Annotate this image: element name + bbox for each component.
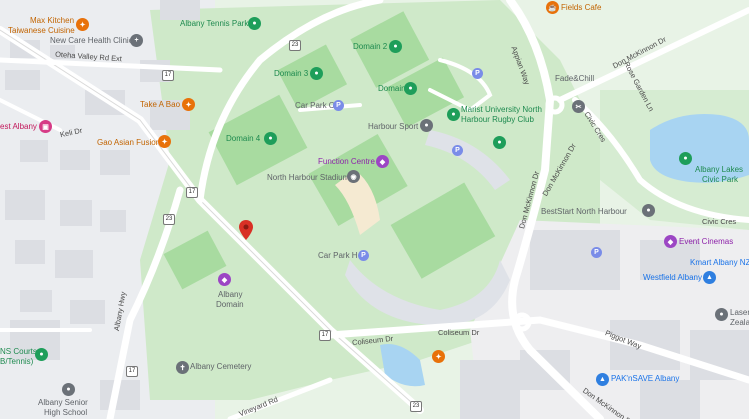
parking-icon[interactable]: P	[358, 250, 369, 261]
shop-icon[interactable]: ✂	[572, 100, 585, 113]
poi-label-north-harbour-stadium[interactable]: North Harbour Stadium	[267, 173, 349, 183]
school-icon[interactable]: ●	[62, 383, 75, 396]
venue-icon[interactable]: ◆	[218, 273, 231, 286]
road-label-civic-cres-right: Civic Cres	[702, 217, 737, 226]
poi-label-albany-domain-2[interactable]: Domain	[216, 300, 244, 310]
poi-label-take-a-bao[interactable]: Take A Bao	[140, 100, 180, 110]
route-shield: 23	[289, 40, 301, 51]
clinic-icon[interactable]: +	[130, 34, 143, 47]
poi-label-albany-tennis-park[interactable]: Albany Tennis Park	[180, 19, 248, 29]
poi-label-domain-4[interactable]: Domain 4	[226, 134, 260, 144]
grocery-icon[interactable]: ▲	[596, 373, 609, 386]
poi-label-fade-chill[interactable]: Fade&Chill	[555, 74, 594, 84]
cemetery-icon[interactable]: ✝	[176, 361, 189, 374]
poi-label-marist-1[interactable]: Marist University North	[461, 105, 542, 115]
map-canvas[interactable]: Oteha Valley Rd Ext Appian Way Don McKin…	[0, 0, 749, 419]
stadium-icon[interactable]: ◉	[347, 170, 360, 183]
poi-label-albany-domain-1[interactable]: Albany	[218, 290, 242, 300]
park-icon[interactable]: ●	[248, 17, 261, 30]
route-shield: 23	[163, 214, 175, 225]
school-icon[interactable]: ●	[642, 204, 655, 217]
shopping-icon[interactable]: ▲	[703, 271, 716, 284]
poi-label-fields-cafe[interactable]: Fields Cafe	[561, 3, 601, 13]
route-shield: 23	[410, 401, 422, 412]
venue-icon[interactable]: ◆	[376, 155, 389, 168]
sports-field-icon[interactable]: ●	[389, 40, 402, 53]
poi-label-function-centre[interactable]: Function Centre	[318, 157, 375, 167]
sports-org-icon[interactable]: ●	[420, 119, 433, 132]
poi-label-kmart[interactable]: Kmart Albany NZ	[690, 258, 749, 268]
poi-label-laser-2[interactable]: Zeala	[730, 318, 749, 328]
poi-label-albany-cemetery[interactable]: Albany Cemetery	[190, 362, 251, 372]
route-shield: 17	[126, 366, 138, 377]
sports-field-icon[interactable]: ●	[310, 67, 323, 80]
cinema-icon[interactable]: ◆	[664, 235, 677, 248]
poi-label-albany-lakes-1[interactable]: Albany Lakes	[695, 165, 743, 175]
route-shield: 17	[319, 330, 331, 341]
poi-label-ns-courts-1[interactable]: NS Courts	[0, 347, 37, 357]
poi-label-marist-2[interactable]: Harbour Rugby Club	[461, 115, 534, 125]
restaurant-icon[interactable]: ✦	[182, 98, 195, 111]
hotel-icon[interactable]: ▣	[39, 120, 52, 133]
restaurant-icon[interactable]: ✦	[432, 350, 445, 363]
poi-label-max-kitchen[interactable]: Max Kitchen	[30, 16, 74, 26]
route-shield: 17	[162, 70, 174, 81]
poi-label-albany-senior-1[interactable]: Albany Senior	[38, 398, 88, 408]
cafe-icon[interactable]: ☕	[546, 1, 559, 14]
poi-label-harbour-sport[interactable]: Harbour Sport	[368, 122, 418, 132]
sports-field-icon[interactable]: ●	[493, 136, 506, 149]
poi-label-domain-3[interactable]: Domain 3	[274, 69, 308, 79]
poi-label-beststart[interactable]: BestStart North Harbour	[541, 207, 627, 217]
parking-icon[interactable]: P	[452, 145, 463, 156]
sports-field-icon[interactable]: ●	[264, 132, 277, 145]
sports-field-icon[interactable]: ●	[404, 82, 417, 95]
poi-label-event-cinemas[interactable]: Event Cinemas	[679, 237, 733, 247]
location-pin-icon[interactable]	[239, 220, 253, 240]
poi-label-best-albany[interactable]: est Albany	[0, 122, 37, 132]
sports-club-icon[interactable]: ●	[447, 108, 460, 121]
restaurant-icon[interactable]: ✦	[158, 135, 171, 148]
poi-label-gao-asian-fusion[interactable]: Gao Asian Fusion	[97, 138, 160, 148]
poi-label-taiwanese-cuisine[interactable]: Taiwanese Cuisine	[8, 26, 75, 36]
poi-label-new-care[interactable]: New Care Health Clinic	[50, 36, 133, 46]
poi-label-laser-1[interactable]: Laser	[730, 308, 749, 318]
parking-icon[interactable]: P	[472, 68, 483, 79]
parking-icon[interactable]: P	[333, 100, 344, 111]
restaurant-icon[interactable]: ✦	[76, 18, 89, 31]
tennis-icon[interactable]: ●	[35, 348, 48, 361]
poi-label-paknsave[interactable]: PAK'nSAVE Albany	[611, 374, 679, 384]
poi-label-ns-courts-2[interactable]: B/Tennis)	[0, 357, 33, 367]
poi-label-albany-senior-2[interactable]: High School	[44, 408, 87, 418]
parking-icon[interactable]: P	[591, 247, 602, 258]
road-label-coliseum-2: Coliseum Dr	[438, 328, 480, 337]
poi-label-westfield[interactable]: Westfield Albany	[643, 273, 702, 283]
poi-label-domain-2[interactable]: Domain 2	[353, 42, 387, 52]
place-icon[interactable]: ●	[715, 308, 728, 321]
poi-label-car-park-h[interactable]: Car Park H	[318, 251, 358, 261]
park-icon[interactable]: ●	[679, 152, 692, 165]
poi-label-albany-lakes-2[interactable]: Civic Park	[702, 175, 738, 185]
route-shield: 17	[186, 187, 198, 198]
poi-label-car-park-c[interactable]: Car Park C	[295, 101, 335, 111]
